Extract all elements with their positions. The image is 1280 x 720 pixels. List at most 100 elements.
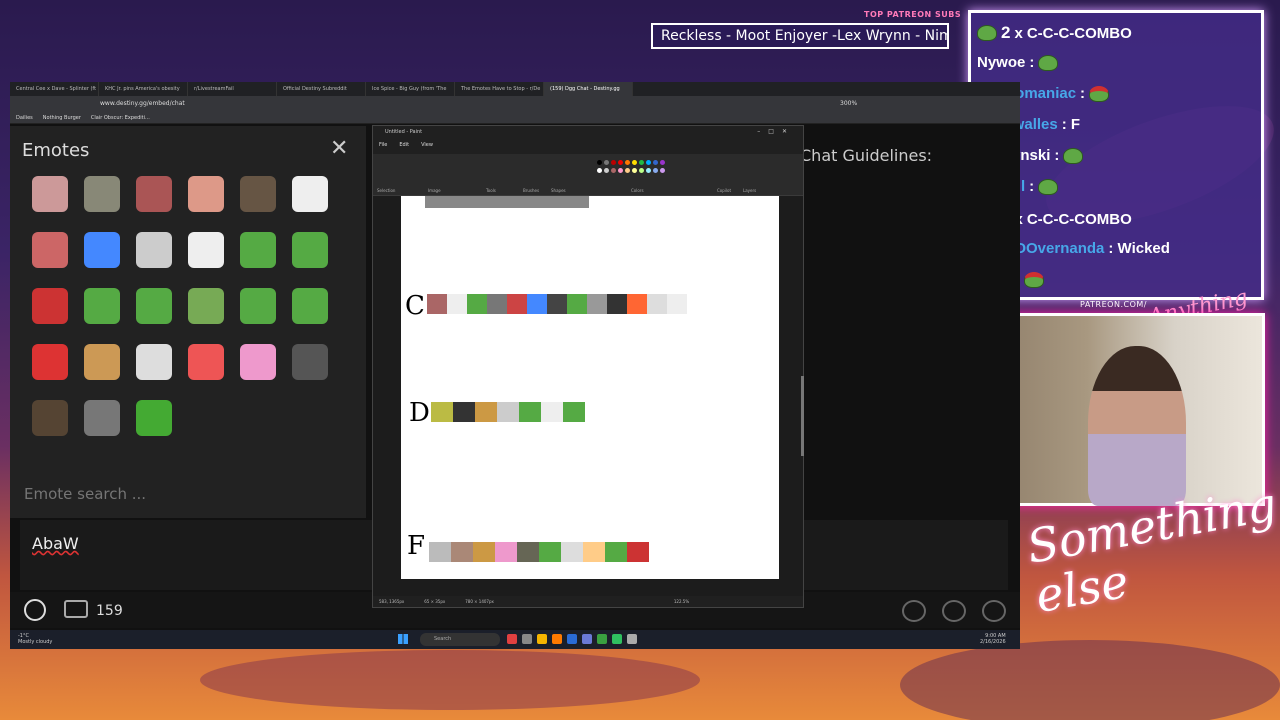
color-swatch[interactable] [660, 160, 665, 165]
paint-statusbar: 583, 1365px 65 × 35px 780 × 1407px 122.5… [373, 596, 803, 608]
color-swatch[interactable] [604, 160, 609, 165]
color-swatch[interactable] [646, 160, 651, 165]
emote[interactable] [240, 176, 276, 212]
combo-message: 2xC-C-C-COMBO [977, 23, 1132, 43]
color-swatch[interactable] [639, 160, 644, 165]
emote[interactable] [32, 176, 68, 212]
emote[interactable] [84, 232, 120, 268]
patreon-subs-ticker: Reckless - Moot Enjoyer -Lex Wrynn - Nim [651, 23, 949, 49]
streamer [1088, 346, 1186, 506]
emote[interactable] [32, 400, 68, 436]
color-swatch[interactable] [646, 168, 651, 173]
gear-icon[interactable] [942, 600, 966, 622]
taskbar-search[interactable]: Search [420, 633, 500, 646]
firefox-icon[interactable] [552, 634, 562, 644]
browser-tab[interactable]: Ice Spice - Big Guy (from 'The [366, 82, 455, 96]
window-controls[interactable]: –□✕ [757, 128, 795, 135]
color-swatch[interactable] [618, 160, 623, 165]
emote[interactable] [136, 400, 172, 436]
file-explorer-icon[interactable] [537, 634, 547, 644]
address-bar[interactable]: www.destiny.gg/embed/chat 300% [10, 96, 1020, 112]
browser-tab[interactable]: r/LivestreamFail [188, 82, 277, 96]
scrollbar[interactable] [801, 376, 804, 456]
emote[interactable] [188, 288, 224, 324]
windows-start-icon[interactable] [398, 634, 408, 644]
emote [627, 542, 649, 562]
emote[interactable] [292, 232, 328, 268]
emote [541, 402, 563, 422]
color-swatch[interactable] [597, 160, 602, 165]
emote[interactable] [136, 344, 172, 380]
emote[interactable] [188, 232, 224, 268]
discord-icon[interactable] [582, 634, 592, 644]
ribbon-group-image: Image [428, 188, 441, 193]
color-swatch[interactable] [660, 168, 665, 173]
browser-tab[interactable]: KHC Jr. pins America's obesity [99, 82, 188, 96]
paint-icon[interactable] [627, 634, 637, 644]
app-icon[interactable] [567, 634, 577, 644]
emote [667, 294, 687, 314]
eye-icon[interactable] [902, 600, 926, 622]
menu-view[interactable]: View [421, 142, 433, 148]
url-text: www.destiny.gg/embed/chat [100, 100, 185, 107]
emote[interactable] [188, 344, 224, 380]
paint-canvas[interactable]: C D F [401, 196, 779, 579]
emote[interactable] [136, 288, 172, 324]
emote[interactable] [84, 176, 120, 212]
canvas-size: 780 × 1407px [465, 599, 494, 604]
color-swatch[interactable] [653, 160, 658, 165]
emote[interactable] [292, 344, 328, 380]
emote [475, 402, 497, 422]
browser-tab[interactable]: (159) Dgg Chat - Destiny.gg [544, 82, 633, 96]
close-icon[interactable]: ✕ [330, 136, 348, 161]
bookmark-item[interactable]: Dailies [16, 112, 33, 123]
emote[interactable] [84, 400, 120, 436]
zoom-level[interactable]: 300% [840, 96, 857, 112]
emote[interactable] [240, 232, 276, 268]
color-swatch[interactable] [618, 168, 623, 173]
color-swatch[interactable] [625, 160, 630, 165]
emote[interactable] [84, 344, 120, 380]
color-swatch[interactable] [639, 168, 644, 173]
emote-strip [427, 294, 687, 314]
emote[interactable] [240, 344, 276, 380]
zoom-level[interactable]: 122.5% [674, 596, 689, 608]
emote [497, 402, 519, 422]
emote[interactable] [136, 232, 172, 268]
row-label: F [407, 531, 426, 561]
chat-bubble-icon[interactable] [64, 600, 88, 618]
color-swatch[interactable] [611, 168, 616, 173]
color-swatch[interactable] [632, 160, 637, 165]
flag-icon[interactable] [507, 634, 517, 644]
emote[interactable] [32, 232, 68, 268]
browser-tab[interactable]: The Emotes Have to Stop - r/De [455, 82, 544, 96]
color-swatch[interactable] [653, 168, 658, 173]
menu-file[interactable]: File [379, 142, 387, 148]
color-swatch[interactable] [611, 160, 616, 165]
task-view-icon[interactable] [522, 634, 532, 644]
emote[interactable] [188, 176, 224, 212]
emote[interactable] [136, 176, 172, 212]
emote[interactable] [32, 288, 68, 324]
clock[interactable]: 9:00 AM 2/16/2026 [980, 633, 1006, 645]
color-swatch[interactable] [625, 168, 630, 173]
emote[interactable] [292, 288, 328, 324]
bookmark-item[interactable]: Clair Obscur: Expediti... [91, 112, 150, 123]
emote-picker-icon[interactable] [24, 599, 46, 621]
bookmark-item[interactable]: Nothing Burger [43, 112, 81, 123]
emote[interactable] [240, 288, 276, 324]
chrome-icon[interactable] [597, 634, 607, 644]
emote[interactable] [292, 176, 328, 212]
emote[interactable] [84, 288, 120, 324]
color-swatch[interactable] [604, 168, 609, 173]
emote-search-input[interactable] [24, 482, 344, 506]
menu-edit[interactable]: Edit [399, 142, 409, 148]
browser-tab[interactable]: Official Destiny Subreddit [277, 82, 366, 96]
color-swatch[interactable] [597, 168, 602, 173]
browser-tab[interactable]: Central Cee x Dave - Splinter (ft [10, 82, 99, 96]
weather-widget[interactable]: -1°C Mostly cloudy [18, 633, 52, 645]
emote[interactable] [32, 344, 68, 380]
app-icon[interactable] [612, 634, 622, 644]
users-icon[interactable] [982, 600, 1006, 622]
color-swatch[interactable] [632, 168, 637, 173]
